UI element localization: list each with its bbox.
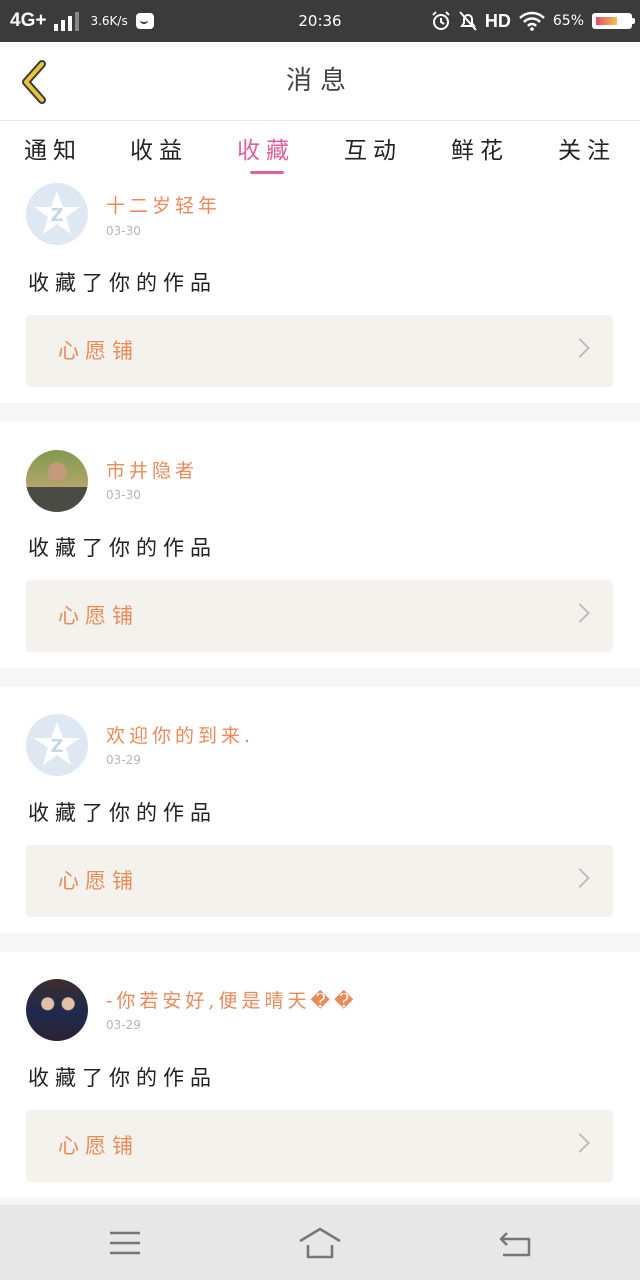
tab-interactions[interactable]: 互动 [320, 131, 426, 165]
chevron-right-icon [570, 1133, 590, 1153]
tab-flowers[interactable]: 鲜花 [427, 131, 533, 165]
active-tab-indicator [250, 171, 284, 174]
work-title: 心愿铺 [58, 604, 139, 628]
work-link[interactable]: 心愿铺 [26, 580, 613, 652]
message-date: 03-30 [106, 224, 141, 238]
avatar[interactable] [26, 450, 88, 512]
avatar[interactable]: Z [26, 714, 88, 776]
message-card: -你若安好,便是晴天�� 03-29 收藏了你的作品 心愿铺 [0, 952, 640, 1198]
work-link[interactable]: 心愿铺 [26, 315, 613, 387]
alarm-icon [432, 11, 450, 30]
back-icon[interactable] [485, 1223, 545, 1263]
status-bar: 4G+ 3.6K/s 20:36 HD 65% [0, 0, 640, 42]
work-link[interactable]: 心愿铺 [26, 1110, 613, 1182]
battery-percent: 65% [552, 13, 584, 29]
page-title: 消息 [285, 66, 354, 96]
avatar[interactable]: Z [26, 183, 88, 245]
tab-bar: 通知 收益 收藏 互动 鲜花 关注 [0, 121, 640, 179]
home-icon[interactable] [290, 1223, 350, 1263]
mute-notification-icon [459, 11, 477, 31]
sender-name[interactable]: 欢迎你的到来. [106, 721, 254, 748]
message-text: 收藏了你的作品 [28, 271, 217, 295]
message-text: 收藏了你的作品 [28, 801, 217, 825]
sender-name[interactable]: 十二岁轻年 [106, 191, 221, 218]
message-card: Z 欢迎你的到来. 03-29 收藏了你的作品 心愿铺 [0, 687, 640, 933]
message-date: 03-29 [106, 753, 141, 767]
message-date: 03-29 [106, 1018, 141, 1032]
message-card: 市井隐者 03-30 收藏了你的作品 心愿铺 [0, 422, 640, 668]
battery-icon [592, 13, 635, 29]
battery-fill [596, 17, 617, 25]
chevron-right-icon [570, 338, 590, 358]
message-card: Z 十二岁轻年 03-30 收藏了你的作品 心愿铺 [0, 179, 640, 403]
chevron-right-icon [570, 868, 590, 888]
tab-earnings[interactable]: 收益 [106, 131, 212, 165]
sender-name[interactable]: -你若安好,便是晴天�� [106, 986, 357, 1013]
message-date: 03-30 [106, 488, 141, 502]
sender-name[interactable]: 市井隐者 [106, 456, 198, 483]
chevron-right-icon [570, 603, 590, 623]
wifi-icon [518, 11, 545, 31]
work-link[interactable]: 心愿铺 [26, 845, 613, 917]
hd-indicator: HD [484, 10, 511, 31]
menu-icon[interactable] [95, 1223, 155, 1263]
tab-notifications[interactable]: 通知 [0, 131, 106, 165]
system-nav-bar [0, 1205, 640, 1280]
tab-favorites[interactable]: 收藏 [213, 131, 319, 165]
default-avatar-icon: Z [34, 722, 80, 765]
svg-text:Z: Z [50, 205, 63, 226]
svg-text:Z: Z [50, 736, 63, 757]
work-title: 心愿铺 [58, 869, 139, 893]
message-text: 收藏了你的作品 [28, 1066, 217, 1090]
tab-follows[interactable]: 关注 [534, 131, 640, 165]
header: 消息 [0, 42, 640, 121]
message-text: 收藏了你的作品 [28, 536, 217, 560]
default-avatar-icon: Z [34, 191, 80, 234]
work-title: 心愿铺 [58, 339, 139, 363]
work-title: 心愿铺 [58, 1134, 139, 1158]
avatar[interactable] [26, 979, 88, 1041]
